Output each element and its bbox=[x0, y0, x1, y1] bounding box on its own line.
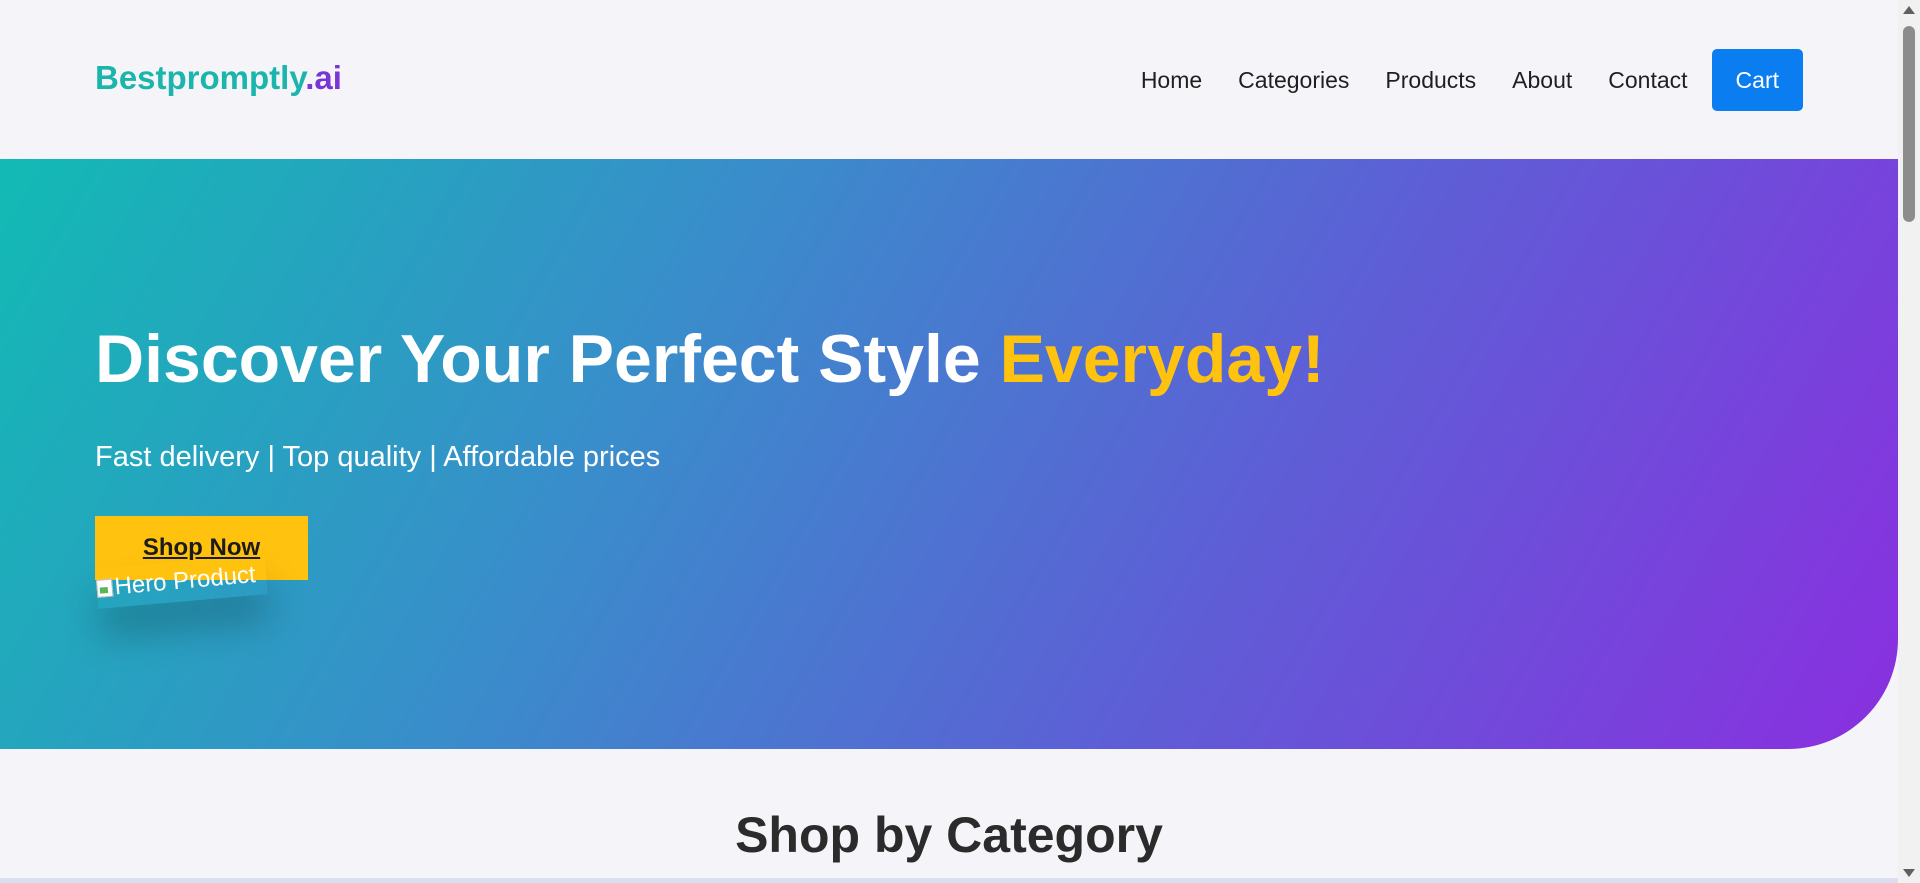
page-scrollbar[interactable] bbox=[1898, 0, 1920, 883]
nav-home[interactable]: Home bbox=[1141, 67, 1202, 94]
hero-section: Discover Your Perfect Style Everyday! Fa… bbox=[0, 159, 1898, 749]
hero-subtitle: Fast delivery | Top quality | Affordable… bbox=[95, 441, 661, 473]
category-section-title: Shop by Category bbox=[735, 807, 1163, 863]
main-nav: Home Categories Products About Contact C… bbox=[1141, 49, 1803, 111]
hero-title-accent: Everyday! bbox=[999, 321, 1325, 397]
hero-image-alt: Hero Product bbox=[113, 561, 257, 601]
page: Bestpromptly.ai Home Categories Products… bbox=[0, 0, 1898, 883]
site-header: Bestpromptly.ai Home Categories Products… bbox=[0, 0, 1898, 159]
nav-products[interactable]: Products bbox=[1385, 67, 1476, 94]
logo[interactable]: Bestpromptly.ai bbox=[95, 58, 342, 98]
nav-categories[interactable]: Categories bbox=[1238, 67, 1349, 94]
scroll-down-arrow-icon[interactable] bbox=[1903, 869, 1915, 877]
scroll-thumb[interactable] bbox=[1903, 26, 1915, 222]
nav-about[interactable]: About bbox=[1512, 67, 1572, 94]
cart-button[interactable]: Cart bbox=[1711, 49, 1803, 111]
next-section-edge bbox=[0, 878, 1898, 883]
nav-contact[interactable]: Contact bbox=[1608, 67, 1687, 94]
broken-image-icon bbox=[96, 579, 114, 598]
hero-title: Discover Your Perfect Style Everyday! bbox=[95, 319, 1325, 399]
logo-tld: .ai bbox=[305, 59, 342, 96]
hero-title-main: Discover Your Perfect Style bbox=[95, 321, 1000, 397]
scroll-up-arrow-icon[interactable] bbox=[1903, 6, 1915, 14]
logo-brand: Bestpromptly bbox=[95, 59, 306, 96]
